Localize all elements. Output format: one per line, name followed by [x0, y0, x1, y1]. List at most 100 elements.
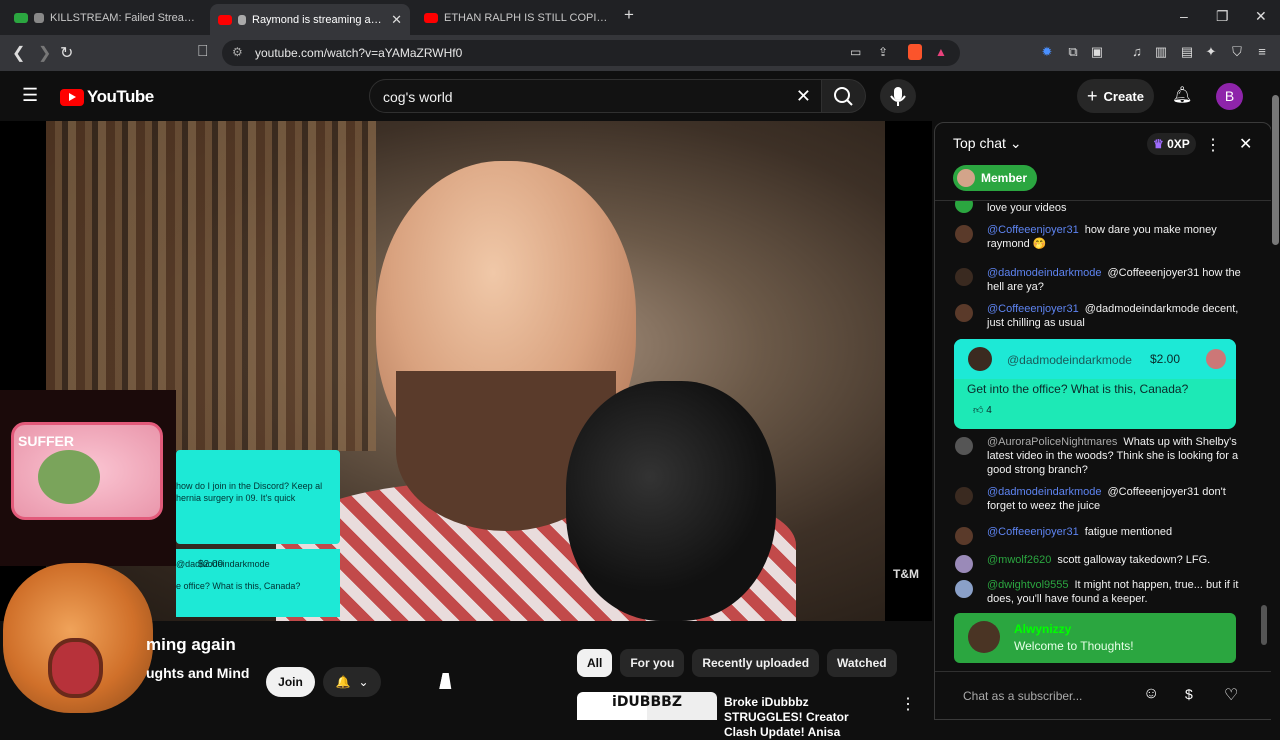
chat-messages: love your videos @Coffeeenjoyer31 how dar…	[935, 201, 1271, 669]
minimize-button[interactable]: –	[1180, 8, 1188, 24]
crying-emote-image	[3, 563, 153, 713]
bookmark-icon[interactable]: ⎕	[198, 43, 208, 61]
chat-more-icon[interactable]: ⋮	[1205, 135, 1221, 155]
site-info-icon[interactable]: ⚙	[232, 45, 243, 59]
chip-recently-uploaded[interactable]: Recently uploaded	[692, 649, 820, 677]
welcome-name[interactable]: Alwynizzy	[1014, 622, 1071, 636]
browser-tab-ethan[interactable]: ETHAN RALPH IS STILL COPING, STILL	[416, 4, 616, 31]
video-title: ming again	[146, 635, 236, 654]
account-avatar[interactable]: B	[1216, 83, 1243, 110]
extension-icon[interactable]: ✹	[1040, 45, 1054, 59]
puzzle-icon[interactable]: ⧉	[1066, 45, 1080, 59]
subscription-bell-button[interactable]: 🔔 ⌄	[323, 667, 381, 697]
super-chat-icon[interactable]: $	[1185, 686, 1193, 702]
xp-badge[interactable]: ♛ 0XP	[1147, 133, 1196, 155]
chat-message: @AuroraPoliceNightmares Whats up with She…	[953, 435, 1245, 477]
reload-icon[interactable]: ↻	[60, 43, 73, 63]
browser-tab-killstream[interactable]: KILLSTREAM: Failed Streamer Kyle	[6, 4, 206, 31]
chat-author[interactable]: @dadmodeindarkmode	[987, 486, 1102, 498]
new-tab-button[interactable]: +	[624, 5, 634, 25]
chat-author[interactable]: @mwolf2620	[987, 554, 1051, 566]
chat-header: Top chat ⌄ ♛ 0XP ⋮ ✕ Member	[935, 123, 1271, 201]
browser-toolbar: ❮ ❯ ↻ ⎕ ⚙ youtube.com/watch?v=aYAMaZRWHf…	[0, 35, 1280, 71]
superchat-badge	[1206, 349, 1226, 369]
speaker-icon[interactable]	[238, 14, 246, 25]
close-tab-icon[interactable]: ✕	[391, 12, 402, 28]
cast-icon[interactable]: ▭	[850, 45, 861, 59]
chat-input-placeholder: Chat as a subscriber...	[963, 689, 1083, 703]
chat-message: @dadmodeindarkmode @Coffeeenjoyer31 how t…	[953, 266, 1245, 294]
chat-author[interactable]: @dadmodeindarkmode	[987, 267, 1102, 279]
page-scrollbar[interactable]	[1271, 75, 1280, 720]
welcome-banner: Alwynizzy Welcome to Thoughts!	[954, 613, 1236, 663]
chat-input[interactable]: Chat as a subscriber... ☺ $ ♡	[935, 671, 1271, 721]
top-chat-dropdown[interactable]: Top chat ⌄	[953, 135, 1022, 152]
sidebar-icon[interactable]: ▥	[1154, 45, 1168, 59]
maximize-button[interactable]: ❐	[1216, 8, 1229, 25]
video-player[interactable]: T&M how do I join in the Discord? Keep a…	[0, 121, 932, 621]
thumbs-up-icon: 👍︎	[973, 405, 984, 416]
clear-search-icon[interactable]: ✕	[796, 86, 811, 107]
brave-rewards-icon[interactable]: ▲	[935, 45, 947, 59]
search-button[interactable]	[822, 79, 866, 113]
play-icon	[14, 12, 28, 23]
address-bar[interactable]: ⚙ youtube.com/watch?v=aYAMaZRWHf0 ▭ ⇪ ▲	[222, 40, 960, 66]
youtube-logo[interactable]: YouTube	[60, 87, 154, 107]
menu-icon[interactable]: ≡	[1255, 45, 1269, 59]
member-avatar	[957, 169, 975, 187]
mute-icon[interactable]	[34, 12, 44, 23]
forward-icon[interactable]: ❯	[38, 43, 51, 63]
brave-shield-icon[interactable]	[908, 44, 922, 60]
join-button[interactable]: Join	[266, 667, 315, 697]
create-label: Create	[1103, 88, 1144, 104]
search-input[interactable]: cog's world ✕	[369, 79, 822, 113]
suffer-text: SUFFER	[18, 433, 74, 449]
chat-text: love your videos	[987, 202, 1067, 214]
page-scrollbar-thumb[interactable]	[1272, 95, 1279, 245]
chat-avatar	[955, 555, 973, 573]
tab-title: KILLSTREAM: Failed Streamer Kyle	[50, 11, 198, 24]
recommendation-thumbnail[interactable]: iDUBBBZ	[577, 692, 717, 720]
chat-author[interactable]: @dwightvol9555	[987, 579, 1069, 591]
voice-search-button[interactable]	[880, 79, 916, 113]
browser-tab-raymond[interactable]: Raymond is streaming again ✕	[210, 4, 410, 35]
chat-author[interactable]: @Coffeeenjoyer31	[987, 303, 1079, 315]
share-icon[interactable]: ⇪	[878, 45, 888, 59]
leo-icon[interactable]: ✦	[1204, 45, 1218, 59]
top-chat-label: Top chat	[953, 135, 1006, 151]
chat-scrollbar-thumb[interactable]	[1261, 605, 1267, 645]
chat-author[interactable]: @Coffeeenjoyer31	[987, 526, 1079, 538]
chip-watched[interactable]: Watched	[827, 649, 897, 677]
screenshot-icon[interactable]: ▣	[1090, 45, 1104, 59]
create-button[interactable]: + Create	[1077, 79, 1154, 113]
chevron-down-icon: ⌄	[358, 675, 369, 689]
recommendation-title[interactable]: Broke iDubbbz STRUGGLES! Creator Clash U…	[724, 695, 884, 740]
overlay-card-text: how do I join in the Discord? Keep al he…	[176, 481, 323, 503]
hamburger-menu-icon[interactable]: ☰	[22, 85, 38, 106]
vpn-icon[interactable]: ⛉	[1230, 45, 1244, 59]
notifications-bell-icon[interactable]: 🔔︎	[1172, 85, 1192, 105]
emoji-icon[interactable]: ☺	[1143, 685, 1159, 703]
channel-name[interactable]: ughts and Mind	[146, 665, 249, 681]
recommendation-filter-chips: All For you Recently uploaded Watched	[577, 649, 897, 677]
chat-author[interactable]: @Coffeeenjoyer31	[987, 224, 1079, 236]
thoughts-and-mind-watermark: T&M	[893, 567, 919, 581]
superchat-avatar	[968, 347, 992, 371]
more-options-icon[interactable]: ⋮	[900, 694, 916, 714]
wallet-icon[interactable]: ▤	[1180, 45, 1194, 59]
chat-scrollbar[interactable]	[1261, 205, 1267, 665]
media-icon[interactable]: ♫	[1130, 45, 1144, 59]
chat-avatar	[955, 201, 973, 213]
heart-icon[interactable]: ♡	[1224, 685, 1238, 705]
close-window-button[interactable]: ✕	[1255, 8, 1267, 25]
chip-for-you[interactable]: For you	[620, 649, 685, 677]
chat-message: @Coffeeenjoyer31 @dadmodeindarkmode decen…	[953, 302, 1245, 330]
superchat-likes[interactable]: 👍︎ 4	[973, 404, 992, 416]
youtube-logo-text: YouTube	[87, 87, 154, 106]
close-chat-icon[interactable]: ✕	[1239, 134, 1252, 154]
chip-all[interactable]: All	[577, 649, 613, 677]
back-icon[interactable]: ❮	[12, 43, 25, 63]
superchat-author[interactable]: @dadmodeindarkmode	[1007, 353, 1132, 367]
chat-author[interactable]: @AuroraPoliceNightmares	[987, 436, 1117, 448]
member-badge[interactable]: Member	[953, 165, 1038, 191]
